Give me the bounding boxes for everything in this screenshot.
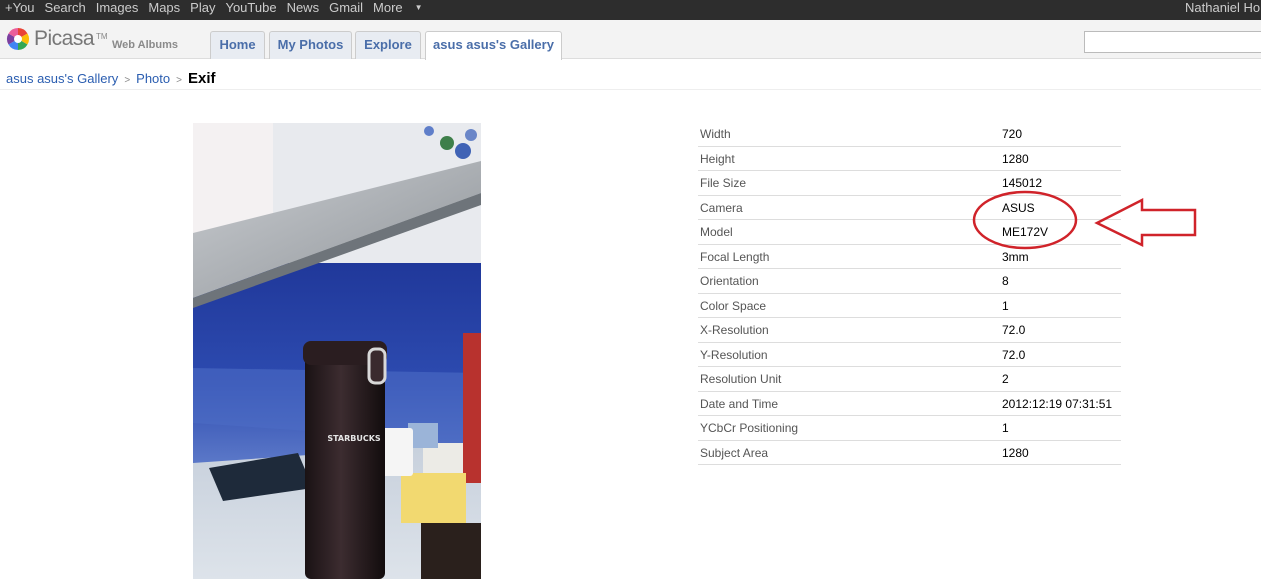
table-row: Width 720 [698, 122, 1121, 147]
exif-value: 2 [1002, 372, 1009, 386]
picasa-logo-icon[interactable] [6, 27, 30, 51]
exif-key: Camera [700, 200, 743, 215]
google-bar-links: +You Search Images Maps Play YouTube News Gmail… [5, 0, 433, 15]
exif-key: Width [700, 127, 731, 141]
gbar-more-label: More [373, 0, 403, 15]
exif-value: 2012:12:19 07:31:51 [1002, 396, 1113, 411]
exif-key: Y-Resolution [700, 347, 768, 362]
gbar-link-youtube[interactable]: YouTube [225, 0, 276, 15]
table-row: X-Resolution 72.0 [698, 318, 1121, 343]
exif-key: Height [700, 151, 735, 166]
exif-value: 720 [1002, 127, 1023, 141]
cup-brand-text: STARBUCKS [327, 434, 381, 443]
picasa-logo-tm: TM [96, 32, 108, 41]
exif-key: Model [700, 225, 733, 239]
table-row: YCbCr Positioning 1 [698, 416, 1121, 441]
exif-key: Focal Length [700, 249, 770, 264]
gbar-link-news[interactable]: News [287, 0, 320, 15]
user-name[interactable]: Nathaniel Hor [1185, 0, 1261, 15]
exif-value: 3mm [1002, 249, 1029, 264]
table-row: Date and Time 2012:12:19 07:31:51 [698, 392, 1121, 416]
table-row: Model ME172V [698, 220, 1121, 245]
table-row: Camera ASUS [698, 196, 1121, 220]
exif-key: Resolution Unit [700, 372, 782, 386]
exif-key: File Size [700, 176, 747, 190]
exif-value: ASUS [1002, 200, 1035, 215]
breadcrumb-separator: > [124, 75, 131, 86]
exif-table: Width 720 Height 1280 File Size 145012 Came… [698, 122, 1121, 465]
table-row: Focal Length 3mm [698, 245, 1121, 269]
exif-value: 72.0 [1002, 347, 1026, 362]
tab-gallery[interactable]: asus asus's Gallery [425, 31, 562, 60]
breadcrumb-current: Exif [187, 70, 216, 87]
tab-home[interactable]: Home [210, 31, 265, 59]
gbar-link-images[interactable]: Images [96, 0, 139, 15]
exif-value: 1 [1002, 298, 1009, 313]
exif-key: X-Resolution [700, 323, 769, 337]
picasa-logo-subtitle: Web Albums [112, 39, 179, 51]
exif-key: YCbCr Positioning [700, 421, 799, 435]
tab-my-photos[interactable]: My Photos [269, 31, 352, 59]
table-row: Height 1280 [698, 147, 1121, 171]
gbar-link-plus-you[interactable]: +You [5, 0, 35, 15]
gbar-link-search[interactable]: Search [45, 0, 86, 15]
breadcrumb: asus asus's Gallery > Photo > Exif [6, 70, 216, 87]
breadcrumb-gallery-link[interactable]: asus asus's Gallery [6, 71, 118, 86]
photo-image[interactable]: STARBUCKS [193, 123, 481, 579]
exif-key: Date and Time [700, 396, 779, 411]
tab-explore[interactable]: Explore [355, 31, 421, 59]
picasa-header: Picasa TM Web Albums Home My Photos Expl… [0, 20, 1261, 60]
exif-value: 1280 [1002, 445, 1029, 460]
table-row: Resolution Unit 2 [698, 367, 1121, 392]
exif-key: Subject Area [700, 445, 769, 460]
exif-key: Orientation [700, 274, 759, 288]
table-row: File Size 145012 [698, 171, 1121, 196]
gbar-link-gmail[interactable]: Gmail [329, 0, 363, 15]
google-bar: +You Search Images Maps Play YouTube News Gmail… [0, 0, 1261, 20]
caret-down-icon: ▼ [414, 3, 423, 12]
header-divider [0, 89, 1261, 90]
gbar-link-play[interactable]: Play [190, 0, 215, 15]
exif-key: Color Space [700, 298, 767, 313]
breadcrumb-photo-link[interactable]: Photo [136, 71, 170, 86]
breadcrumb-separator: > [176, 75, 182, 86]
gbar-link-more[interactable]: More ▼ [373, 0, 423, 15]
table-row: Y-Resolution 72.0 [698, 343, 1121, 367]
exif-value: 1280 [1002, 151, 1029, 166]
table-row: Subject Area 1280 [698, 441, 1121, 465]
picasa-logo-text: Picasa [34, 27, 95, 50]
exif-value: ME172V [1002, 225, 1049, 239]
exif-value: 145012 [1002, 176, 1043, 190]
exif-value: 8 [1002, 274, 1009, 288]
search-input[interactable] [1084, 31, 1261, 53]
exif-value: 72.0 [1002, 323, 1026, 337]
gbar-link-maps[interactable]: Maps [148, 0, 180, 15]
exif-value: 1 [1002, 421, 1009, 435]
table-row: Color Space 1 [698, 294, 1121, 318]
table-row: Orientation 8 [698, 269, 1121, 294]
